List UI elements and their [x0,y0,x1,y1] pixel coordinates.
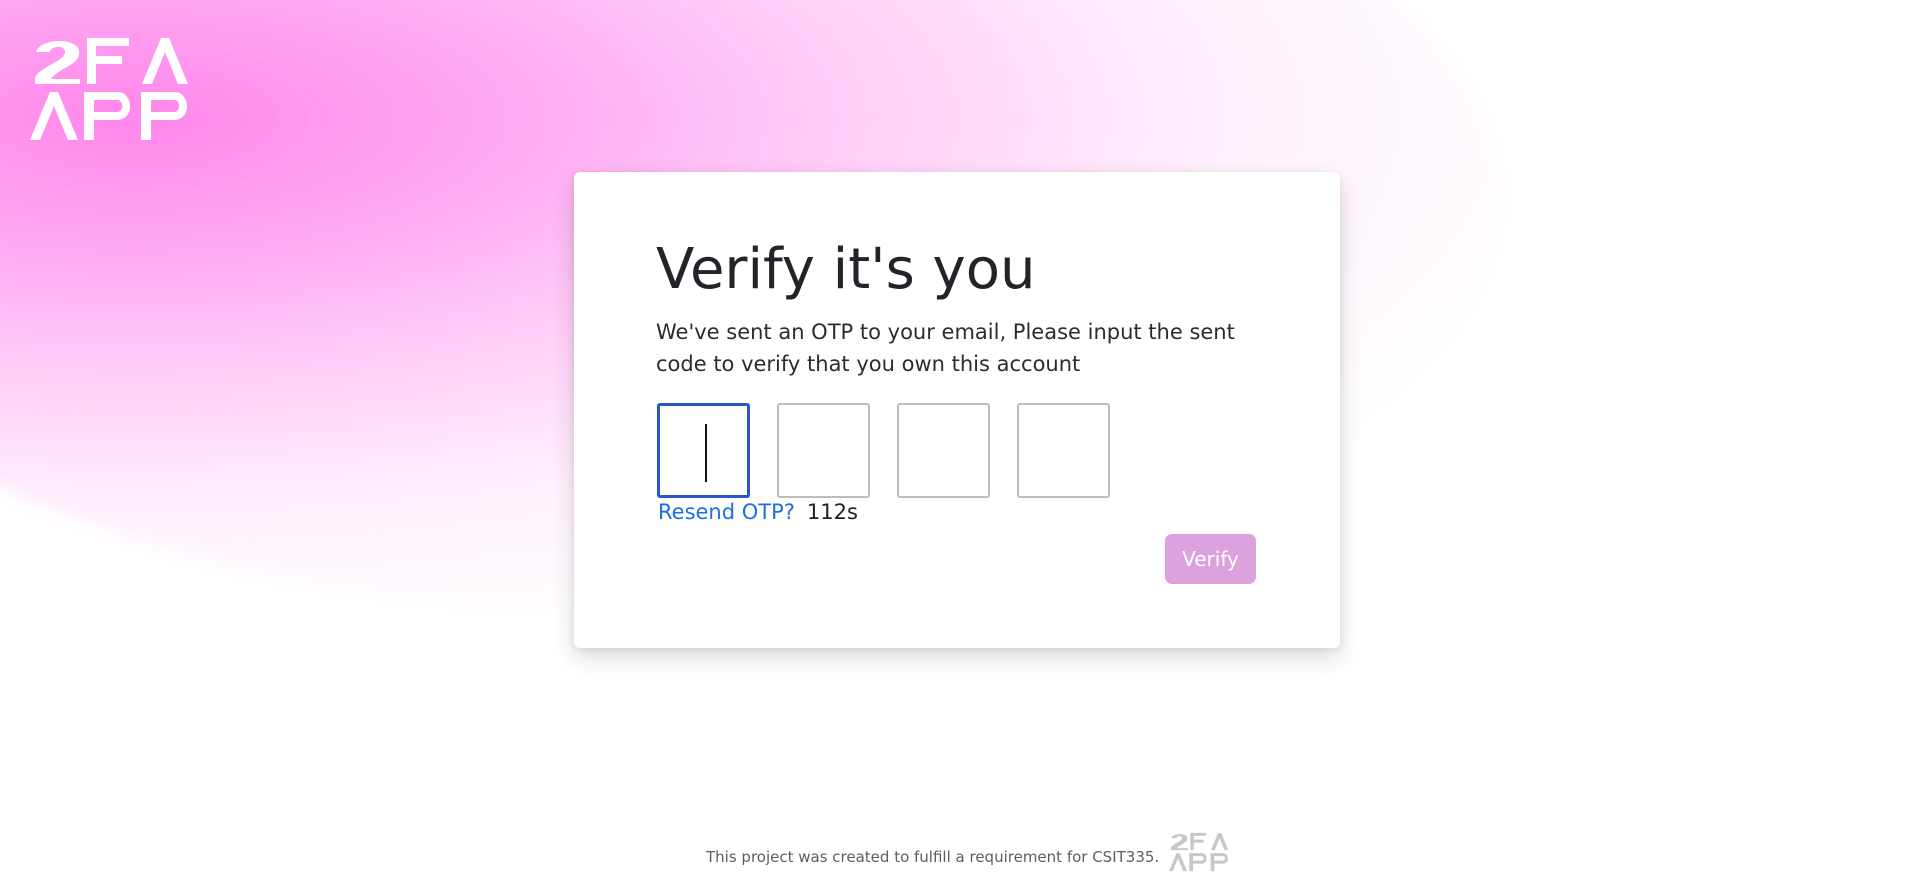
resend-row: Resend OTP? 112s [658,502,858,523]
otp-digit-2-input[interactable] [777,403,870,498]
2fa-app-logo [30,38,188,140]
verify-button[interactable]: Verify [1165,534,1256,584]
verification-card: Verify it's you We've sent an OTP to you… [574,172,1340,648]
resend-otp-link[interactable]: Resend OTP? [658,502,795,523]
otp-digit-1-input[interactable] [657,403,750,498]
otp-digit-4-input[interactable] [1017,403,1110,498]
footer-text: This project was created to fulfill a re… [706,848,1160,866]
otp-verification-page: Verify it's you We've sent an OTP to you… [0,0,1910,884]
text-cursor [705,424,707,482]
resend-countdown: 112s [806,500,858,524]
page-title: Verify it's you [656,237,1036,302]
footer-2fa-app-logo [1169,832,1229,872]
otp-digit-3-input[interactable] [897,403,990,498]
verification-description: We've sent an OTP to your email, Please … [656,320,1235,376]
page-footer: This project was created to fulfill a re… [706,822,1229,872]
otp-input-group [657,403,1110,498]
